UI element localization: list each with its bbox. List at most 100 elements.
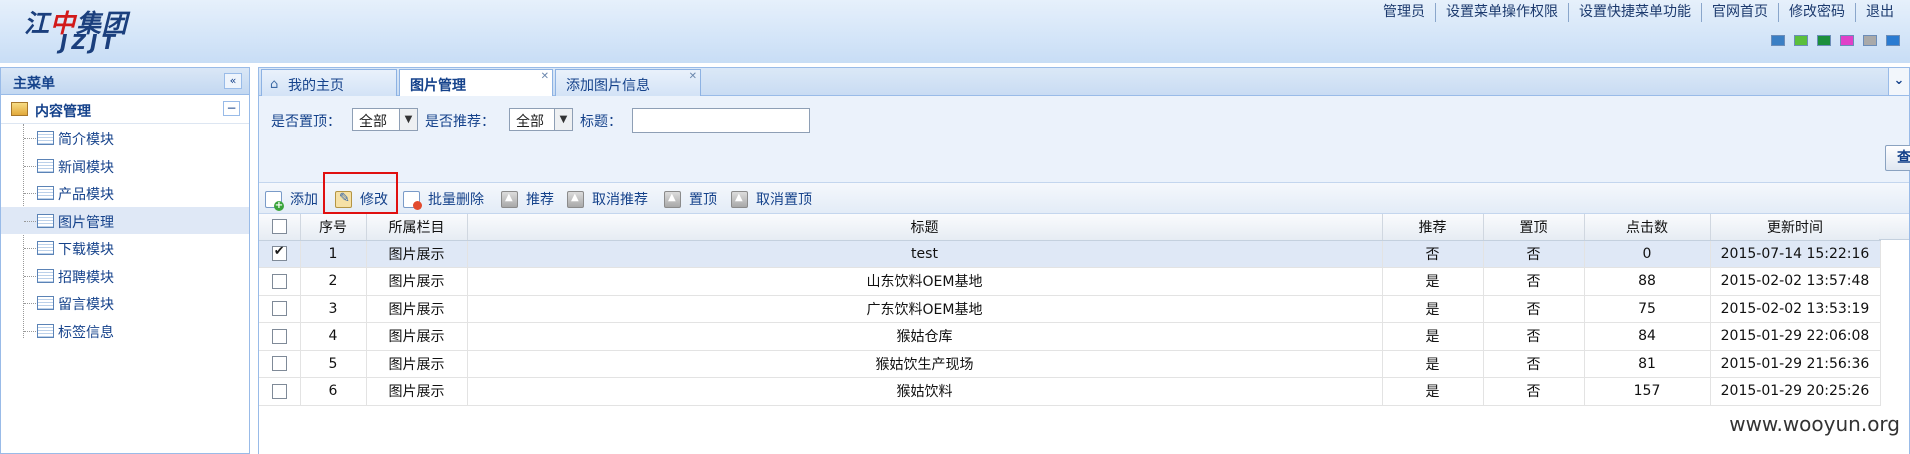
table-icon (37, 158, 54, 173)
table-row[interactable]: 2 图片展示 山东饮料OEM基地是否 88 2015-02-02 13:57:48 (259, 267, 1881, 296)
top-button[interactable]: 置顶 (664, 188, 722, 210)
is-top-select[interactable]: 全部 ▼ (352, 108, 418, 131)
tab-my-home[interactable]: ⌂ 我的主页 (261, 69, 397, 97)
close-icon[interactable]: ✕ (541, 71, 549, 82)
tab-strip: ⌂ 我的主页 图片管理 ✕ 添加图片信息 ✕ ⌄ (258, 67, 1910, 98)
cell-clicks: 0 (1584, 240, 1711, 268)
chevron-down-icon: ▼ (399, 109, 417, 130)
sidebar-item-intro[interactable]: 简介模块 (1, 124, 249, 152)
select-value: 全部 (516, 114, 544, 130)
column-header[interactable]: 推荐 (1382, 214, 1484, 241)
row-checkbox[interactable] (271, 383, 287, 399)
query-button[interactable]: 查询 (1885, 145, 1910, 171)
batch-delete-button[interactable]: 批量删除 (403, 188, 493, 210)
link-shortcut-menu[interactable]: 设置快捷菜单功能 (1568, 3, 1701, 22)
edit-button[interactable]: 修改 (335, 188, 395, 210)
table-icon (37, 323, 54, 338)
row-checkbox[interactable] (271, 356, 287, 372)
theme-swatch[interactable] (1863, 35, 1877, 46)
cell-clicks: 75 (1584, 295, 1711, 323)
sidebar-item-messages[interactable]: 留言模块 (1, 289, 249, 317)
theme-swatch[interactable] (1771, 35, 1785, 46)
table-row[interactable]: 5 图片展示 猴姑饮生产现场是否 81 2015-01-29 21:56:36 (259, 350, 1881, 378)
theme-swatch[interactable] (1886, 35, 1900, 46)
select-all-checkbox[interactable] (271, 219, 287, 235)
title-label: 标题： (580, 114, 622, 130)
cell-updated: 2015-01-29 20:25:26 (1710, 377, 1881, 406)
collapse-left-icon[interactable]: « (224, 73, 242, 89)
table-icon (37, 296, 54, 310)
link-menu-permissions[interactable]: 设置菜单操作权限 (1435, 3, 1568, 22)
close-icon[interactable]: ✕ (689, 71, 697, 82)
theme-swatch[interactable] (1817, 35, 1831, 46)
row-checkbox[interactable] (271, 273, 287, 289)
cell-clicks: 157 (1584, 377, 1711, 406)
sidebar-item-label: 新闻模块 (58, 159, 114, 176)
header-scroll-stub (1879, 214, 1909, 240)
table-icon (37, 186, 54, 200)
link-change-password[interactable]: 修改密码 (1778, 3, 1855, 22)
row-checkbox[interactable] (271, 244, 287, 262)
cell-column: 图片展示 (366, 322, 468, 351)
recommend-button[interactable]: 推荐 (501, 188, 559, 210)
link-logout[interactable]: 退出 (1855, 3, 1904, 22)
sidebar-item-downloads[interactable]: 下载模块 (1, 234, 249, 262)
column-header[interactable]: 置顶 (1483, 214, 1585, 241)
column-header[interactable]: 序号 (300, 214, 367, 241)
column-header[interactable]: 点击数 (1584, 214, 1711, 241)
cell-clicks: 81 (1584, 350, 1711, 378)
cell-column: 图片展示 (366, 295, 468, 323)
table-row[interactable]: 6 图片展示 猴姑饮料是否 157 2015-01-29 20:25:26 (259, 377, 1881, 406)
menu-group-content[interactable]: 内容管理 − (1, 95, 249, 124)
table-row[interactable]: 3 图片展示 广东饮料OEM基地是否 75 2015-02-02 13:53:19 (259, 295, 1881, 323)
collapse-group-icon[interactable]: − (223, 101, 240, 116)
row-select-cell (259, 322, 301, 351)
edit-icon (335, 191, 352, 208)
sidebar-item-jobs[interactable]: 招聘模块 (1, 262, 249, 290)
cell-column: 图片展示 (366, 240, 468, 268)
tab-add-image-info[interactable]: 添加图片信息 ✕ (555, 69, 701, 97)
cell-rec: 是 (1382, 267, 1484, 296)
theme-swatch[interactable] (1840, 35, 1854, 46)
cell-rec: 是 (1382, 322, 1484, 351)
column-header[interactable]: 标题 (467, 214, 1383, 241)
column-header[interactable]: 所属栏目 (366, 214, 468, 241)
theme-swatch[interactable] (1794, 35, 1808, 46)
is-recommended-select[interactable]: 全部 ▼ (509, 108, 573, 131)
cell-title: test (467, 240, 1383, 268)
row-checkbox[interactable] (271, 328, 287, 344)
link-official-home[interactable]: 官网首页 (1701, 3, 1778, 22)
title-input[interactable] (632, 108, 810, 133)
cell-updated: 2015-02-02 13:53:19 (1710, 295, 1881, 323)
table-row[interactable]: 1图片展示test否否02015-07-14 15:22:16 (259, 240, 1881, 268)
table-icon (37, 131, 54, 145)
cancel-top-button[interactable]: 取消置顶 (731, 188, 821, 210)
tab-image-management[interactable]: 图片管理 ✕ (399, 69, 553, 98)
add-button[interactable]: 添加 (265, 188, 321, 211)
sidebar-item-tags[interactable]: 标签信息 (1, 317, 249, 345)
cancel-recommend-button[interactable]: 取消推荐 (567, 188, 657, 210)
table-icon (37, 213, 54, 228)
delete-icon (403, 191, 422, 210)
is-recommended-label: 是否推荐： (425, 114, 495, 130)
sidebar-item-images[interactable]: 图片管理 (1, 206, 249, 234)
select-all-cell (259, 214, 301, 241)
home-icon: ⌂ (270, 77, 279, 92)
table-row[interactable]: 4 图片展示 猴姑仓库是否 84 2015-01-29 22:06:08 (259, 322, 1881, 351)
sidebar-item-news[interactable]: 新闻模块 (1, 152, 249, 180)
link-admin[interactable]: 管理员 (1373, 3, 1435, 22)
cell-no: 3 (300, 295, 367, 323)
chevron-down-icon: ▼ (554, 109, 572, 130)
edit-label: 修改 (360, 192, 388, 208)
cell-rec: 是 (1382, 350, 1484, 378)
cell-updated: 2015-07-14 15:22:16 (1710, 240, 1881, 268)
sidebar-item-label: 下载模块 (58, 242, 114, 258)
tab-label: 我的主页 (288, 78, 344, 94)
tab-menu-chevron-icon[interactable]: ⌄ (1888, 68, 1909, 95)
cell-updated: 2015-01-29 22:06:08 (1710, 322, 1881, 351)
row-checkbox[interactable] (271, 301, 287, 317)
cell-column: 图片展示 (366, 377, 468, 406)
sidebar-item-products[interactable]: 产品模块 (1, 179, 249, 207)
batch-delete-label: 批量删除 (428, 192, 484, 208)
column-header[interactable]: 更新时间 (1710, 214, 1881, 241)
